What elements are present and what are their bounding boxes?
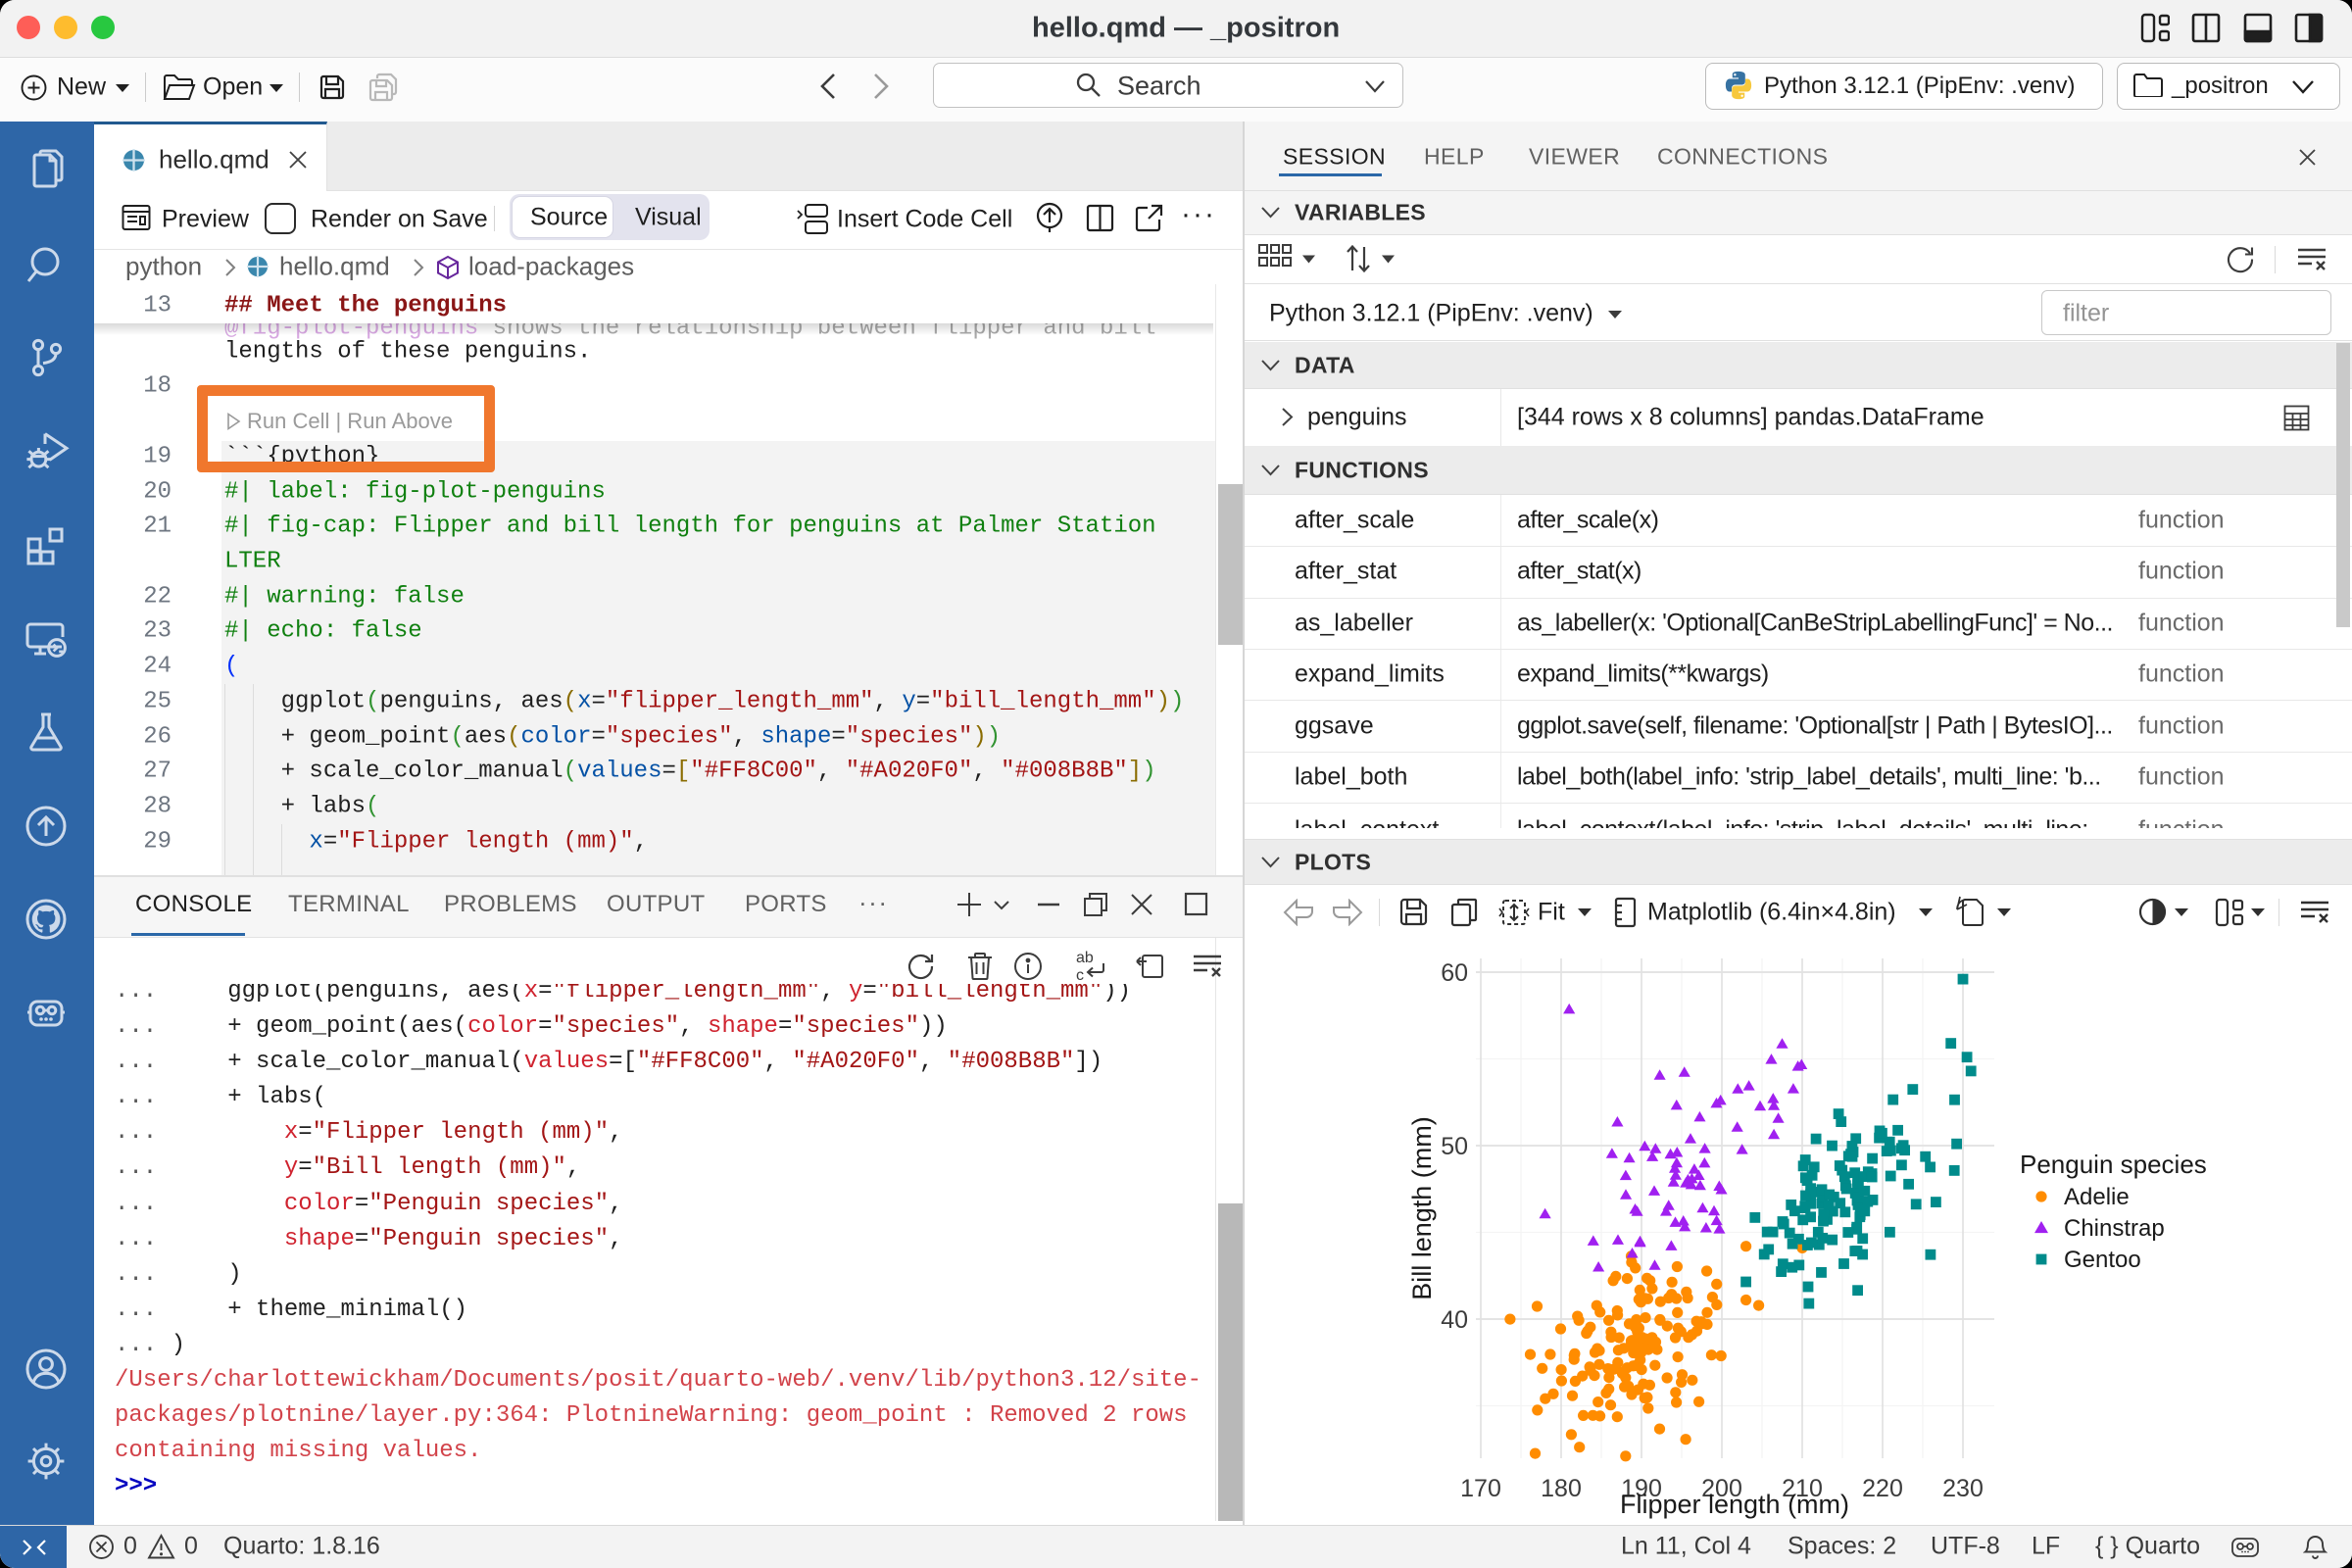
svg-text:Adelie: Adelie bbox=[2064, 1184, 2130, 1210]
svg-text:Bill length (mm): Bill length (mm) bbox=[1407, 1116, 1437, 1300]
svg-text:Flipper length (mm): Flipper length (mm) bbox=[1620, 1490, 1849, 1519]
svg-text:Gentoo: Gentoo bbox=[2064, 1247, 2141, 1273]
svg-text:170: 170 bbox=[1460, 1475, 1501, 1502]
svg-text:c: c bbox=[1076, 967, 1084, 983]
svg-text:40: 40 bbox=[1441, 1306, 1468, 1334]
svg-text:220: 220 bbox=[1862, 1475, 1903, 1502]
svg-text:60: 60 bbox=[1441, 959, 1468, 987]
svg-text:Penguin species: Penguin species bbox=[2020, 1150, 2207, 1179]
svg-text:ab: ab bbox=[1076, 950, 1094, 966]
svg-text:Chinstrap: Chinstrap bbox=[2064, 1215, 2165, 1242]
svg-text:50: 50 bbox=[1441, 1133, 1468, 1160]
svg-text:180: 180 bbox=[1541, 1475, 1582, 1502]
svg-text:230: 230 bbox=[1942, 1475, 1984, 1502]
